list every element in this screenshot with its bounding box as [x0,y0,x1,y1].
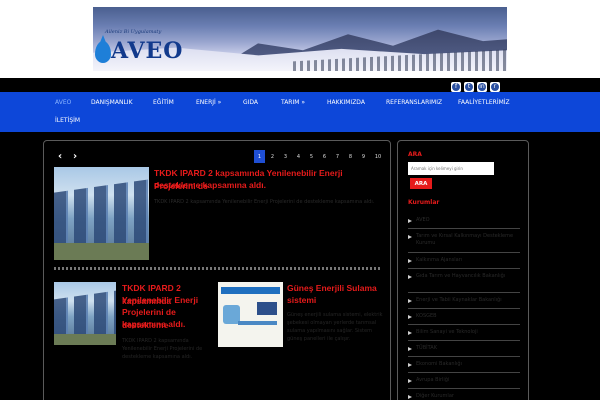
sidebar-item[interactable]: AVEO [408,215,520,229]
post-2-title-line1[interactable]: Güneş Enerjili Sulama [287,282,387,295]
featured-post-excerpt: TKDK IPARD 2 kapsamında Yenilenebilir En… [154,199,375,205]
search-input[interactable] [408,162,494,175]
sidebar-item[interactable]: Bilim Sanayi ve Teknoloji [408,327,520,341]
social-bar [0,78,600,92]
twitter-icon[interactable]: t [464,82,474,92]
search-button[interactable]: ARA [410,178,432,189]
logo-text: AVEO [111,38,184,64]
post-1-excerpt: TKDK IPARD 2 kapsamında Yenilenebilir En… [122,338,203,360]
sidebar-item[interactable]: TÜBİTAK [408,343,520,357]
featured-post-image[interactable] [54,167,149,260]
arrow-right-icon [408,379,412,383]
sidebar: ARA ARA Kurumlar AVEO Tarım ve Kırsal Ka… [397,140,529,400]
post-1-image[interactable] [54,282,116,345]
slider-next-button[interactable]: › [73,151,77,162]
nav-item-referanslarimiz[interactable]: REFERANSLARIMIZ [386,99,442,106]
arrow-right-icon [408,347,412,351]
post-1-title-line2[interactable]: Yenilenebilir Enerji [122,294,222,307]
main-nav: AVEO DANIŞMANLIK EĞİTİM ENERJİ » GIDA TA… [0,92,600,132]
nav-item-egitim[interactable]: EĞİTİM [153,99,174,106]
nav-item-enerji[interactable]: ENERJİ » [196,99,221,106]
header-banner[interactable]: Aileniz Bi Uygulamaty AVEO [93,7,507,71]
sidebar-item[interactable]: Avrupa Birliği [408,375,520,389]
dotted-divider [54,267,382,270]
arrow-right-icon [408,275,412,279]
water-drop-logo-icon [95,41,111,63]
nav-item-iletisim[interactable]: İLETİŞİM [55,117,80,124]
linkedin-icon[interactable]: in [477,82,487,92]
page-button-6[interactable]: 6 [319,150,330,163]
rss-icon[interactable]: r [490,82,500,92]
page-button-4[interactable]: 4 [293,150,304,163]
arrow-right-icon [408,395,412,399]
post-2-title-line2[interactable]: sistemi [287,294,387,307]
sidebar-item[interactable]: Kalkınma Ajansları [408,255,520,269]
arrow-right-icon [408,259,412,263]
logo-slogan: Aileniz Bi Uygulamaty [105,29,162,35]
sidebar-item[interactable]: Gıda Tarım ve Hayvancılık Bakanlığı [408,271,520,293]
nav-item-tarim[interactable]: TARIM » [281,99,305,106]
page-button-8[interactable]: 8 [345,150,356,163]
search-widget-title: ARA [408,151,422,158]
nav-item-hakkimizda[interactable]: HAKKIMIZDA [327,99,365,106]
page-button-3[interactable]: 3 [280,150,291,163]
nav-item-faaliyetlerimiz[interactable]: FAALİYETLERİMİZ [458,99,510,106]
page-button-9[interactable]: 9 [358,150,369,163]
sidebar-item[interactable]: Diğer Kurumlar [408,391,520,400]
content-box: ‹ › 1 2 3 4 5 6 7 8 9 10 TKDK IPARD 2 ka… [43,140,391,400]
arrow-right-icon [408,299,412,303]
page-button-7[interactable]: 7 [332,150,343,163]
facebook-icon[interactable]: f [451,82,461,92]
page-button-10[interactable]: 10 [371,150,385,163]
page: Aileniz Bi Uygulamaty AVEO f t in r AVEO… [0,0,600,400]
post-2-excerpt: Güneş enerjili sulama sistemi, elektrik … [287,312,383,342]
nav-item-aveo[interactable]: AVEO [55,99,71,106]
sidebar-item[interactable]: Ekonomi Bakanlığı [408,359,520,373]
arrow-right-icon [408,219,412,223]
page-button-2[interactable]: 2 [267,150,278,163]
arrow-right-icon [408,363,412,367]
page-button-5[interactable]: 5 [306,150,317,163]
post-2-image[interactable] [218,282,283,347]
nav-item-danismanlik[interactable]: DANIŞMANLIK [91,99,133,106]
sidebar-item[interactable]: Enerji ve Tabii Kaynaklar Bakanlığı [408,295,520,309]
post-1-title-line4[interactable]: kapsamına aldı. [122,318,222,331]
sidebar-item[interactable]: Tarım ve Kırsal Kalkınmayı Destekleme Ku… [408,231,520,253]
kurumlar-widget-title: Kurumlar [408,199,440,206]
arrow-right-icon [408,331,412,335]
slider-prev-button[interactable]: ‹ [58,151,62,162]
sidebar-item[interactable]: KOSGEB [408,311,520,325]
page-button-1[interactable]: 1 [254,150,265,163]
featured-post-title-line2[interactable]: destekleme kapsamına aldı. [154,179,384,192]
nav-item-gida[interactable]: GIDA [243,99,258,106]
arrow-right-icon [408,235,412,239]
arrow-right-icon [408,315,412,319]
